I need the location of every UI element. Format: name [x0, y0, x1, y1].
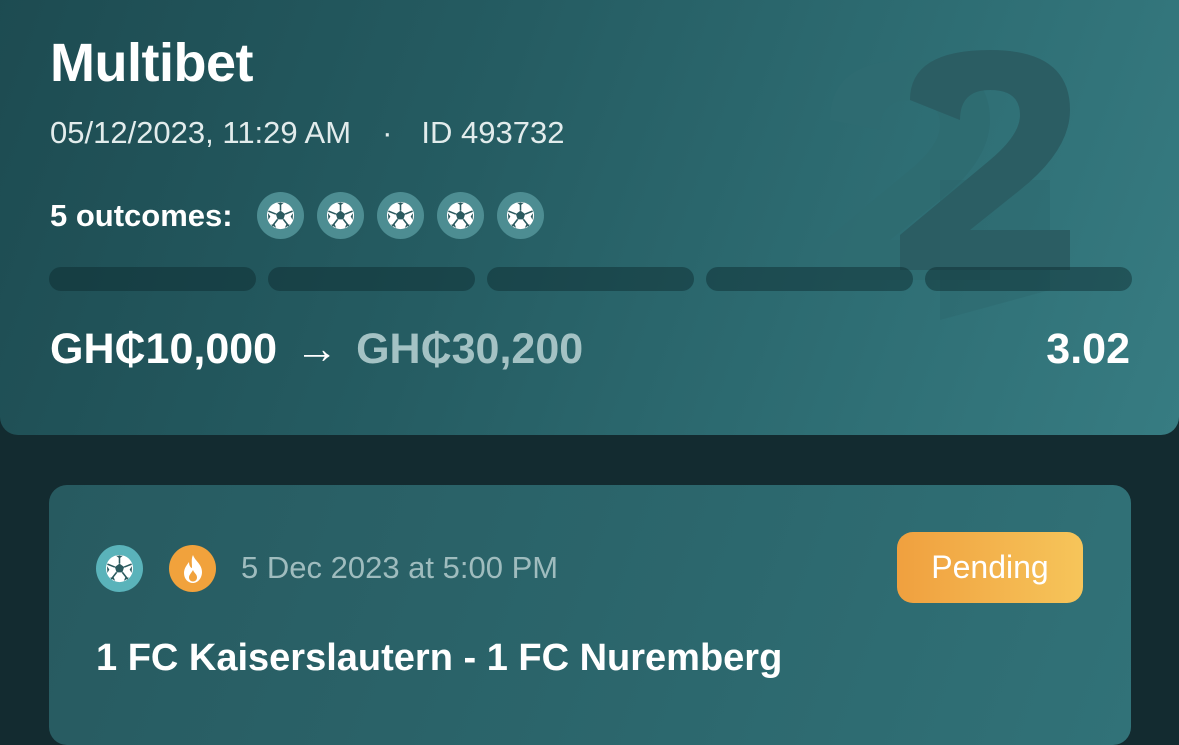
soccer-ball-icon [436, 191, 484, 239]
meta-separator: · [382, 115, 393, 150]
outcomes-row: 5 outcomes: [50, 191, 557, 239]
soccer-ball-icon [316, 191, 364, 239]
outcomes-label: 5 outcomes: [50, 197, 233, 233]
multibet-summary-card[interactable]: Multibet 05/12/2023, 11:29 AM · ID 493732 … [0, 0, 1179, 435]
soccer-ball-icon [376, 191, 424, 239]
match-datetime: 5 Dec 2023 at 5:00 PM [241, 550, 559, 585]
progress-segment [706, 267, 913, 291]
soccer-ball-icon [496, 191, 544, 239]
progress-segment [925, 267, 1132, 291]
status-badge: Pending [897, 532, 1083, 603]
progress-segment [49, 267, 256, 291]
arrow-right-icon: → [295, 325, 339, 373]
bet-meta: 05/12/2023, 11:29 AM · ID 493732 [50, 117, 564, 148]
soccer-ball-icon [96, 545, 143, 592]
brand-watermark-logo [820, 50, 1070, 320]
progress-segment [487, 267, 694, 291]
bet-id: ID 493732 [421, 115, 565, 150]
stake-amount: GH₵10,000 [50, 325, 278, 373]
progress-segment [268, 267, 475, 291]
fire-icon [169, 545, 216, 592]
potential-payout: GH₵30,200 [356, 325, 584, 373]
bet-title: Multibet [50, 33, 253, 93]
bet-datetime: 05/12/2023, 11:29 AM [50, 115, 352, 150]
match-name: 1 FC Kaiserslautern - 1 FC Nuremberg [96, 637, 783, 679]
total-odds: 3.02 [1046, 325, 1130, 373]
outcome-progress-bar [49, 267, 1132, 291]
selection-card[interactable]: 5 Dec 2023 at 5:00 PM Pending 1 FC Kaise… [49, 485, 1131, 745]
soccer-ball-icon [256, 191, 304, 239]
amount-row: GH₵10,000 → GH₵30,200 3.02 [50, 328, 1130, 371]
